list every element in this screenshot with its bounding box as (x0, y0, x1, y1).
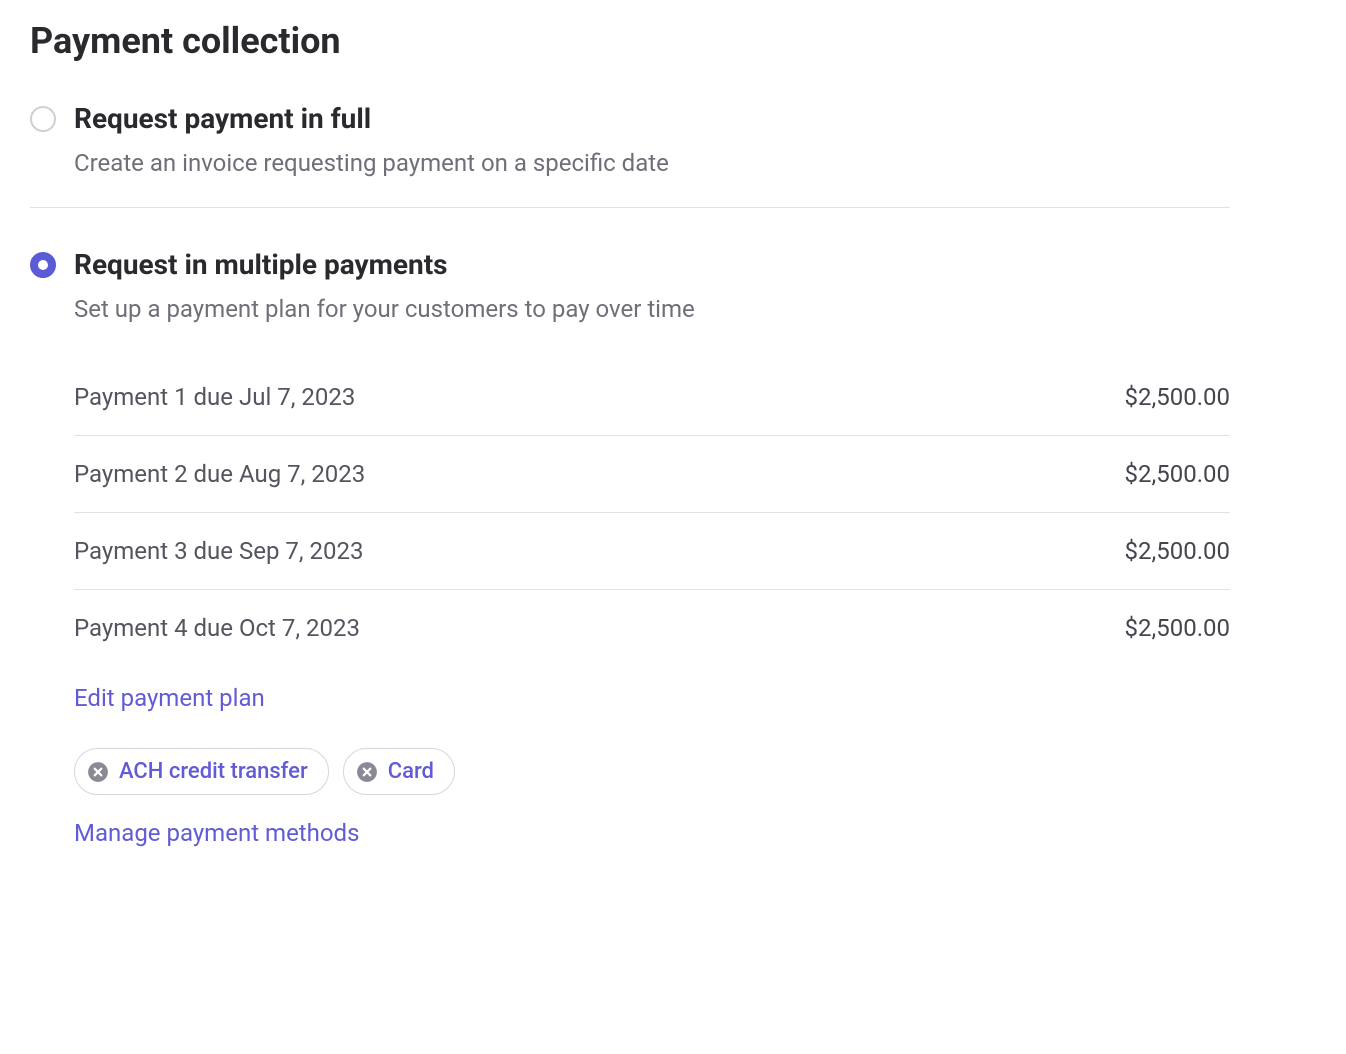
chip-label: ACH credit transfer (119, 759, 308, 784)
payment-amount: $2,500.00 (1125, 383, 1230, 411)
manage-payment-methods-link[interactable]: Manage payment methods (74, 819, 359, 847)
close-circle-icon[interactable] (87, 761, 109, 783)
option-request-multiple[interactable]: Request in multiple payments Set up a pa… (30, 248, 1230, 877)
payment-row: Payment 2 due Aug 7, 2023 $2,500.00 (74, 436, 1230, 513)
payment-row: Payment 4 due Oct 7, 2023 $2,500.00 (74, 590, 1230, 666)
payment-method-chips: ACH credit transfer Card (74, 748, 1230, 795)
payment-amount: $2,500.00 (1125, 537, 1230, 565)
payment-row: Payment 3 due Sep 7, 2023 $2,500.00 (74, 513, 1230, 590)
option-full-label: Request payment in full (74, 102, 1230, 135)
option-multiple-desc: Set up a payment plan for your customers… (74, 295, 1230, 323)
payment-amount: $2,500.00 (1125, 614, 1230, 642)
chip-ach[interactable]: ACH credit transfer (74, 748, 329, 795)
payment-label: Payment 3 due Sep 7, 2023 (74, 537, 364, 565)
chip-card[interactable]: Card (343, 748, 455, 795)
chip-label: Card (388, 759, 434, 784)
close-circle-icon[interactable] (356, 761, 378, 783)
payments-list: Payment 1 due Jul 7, 2023 $2,500.00 Paym… (74, 359, 1230, 666)
option-full-desc: Create an invoice requesting payment on … (74, 149, 1230, 177)
option-multiple-label: Request in multiple payments (74, 248, 1230, 281)
payment-row: Payment 1 due Jul 7, 2023 $2,500.00 (74, 359, 1230, 436)
radio-request-multiple[interactable] (30, 252, 56, 278)
payment-label: Payment 4 due Oct 7, 2023 (74, 614, 360, 642)
edit-payment-plan-link[interactable]: Edit payment plan (74, 684, 265, 712)
option-request-full[interactable]: Request payment in full Create an invoic… (30, 102, 1230, 208)
page-title: Payment collection (30, 20, 1230, 62)
payment-label: Payment 1 due Jul 7, 2023 (74, 383, 355, 411)
radio-request-full[interactable] (30, 106, 56, 132)
payment-amount: $2,500.00 (1125, 460, 1230, 488)
payment-label: Payment 2 due Aug 7, 2023 (74, 460, 365, 488)
